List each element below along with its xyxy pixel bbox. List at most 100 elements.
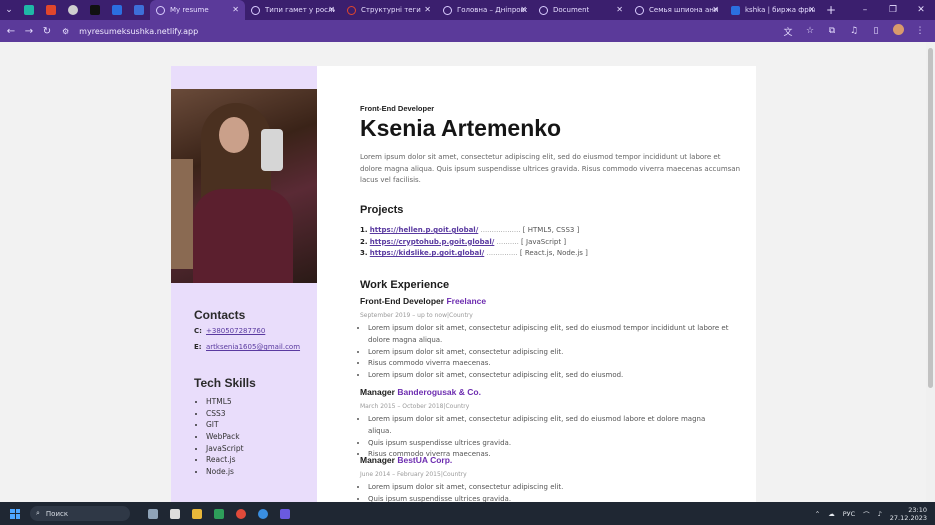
file-explorer-icon[interactable] (186, 502, 208, 525)
window-controls: – ❐ ✕ (851, 0, 935, 20)
tab-my-resume[interactable]: My resume ✕ (150, 0, 245, 20)
back-arrow-icon[interactable]: ← (2, 26, 20, 37)
list-item: Lorem ipsum dolor sit amet, consectetur … (368, 482, 730, 494)
task-view-icon[interactable] (142, 502, 164, 525)
media-controls-icon[interactable]: ♫ (843, 26, 865, 36)
contact-email: E: artksenia1605@gmail.com (194, 343, 300, 351)
cloud-icon[interactable]: ☁ (828, 510, 835, 518)
taskbar-search[interactable]: ⌕ Поиск (30, 506, 130, 521)
forward-arrow-icon[interactable]: → (20, 26, 38, 37)
skill-item: WebPack (206, 432, 244, 444)
windows-logo-icon (10, 508, 20, 519)
menu-dots-icon[interactable]: ⋮ (909, 26, 931, 36)
job-title: Front-End Developer Freelance (360, 296, 487, 306)
tab-spy-family[interactable]: Семья шпиона аниме ✕ (629, 0, 725, 20)
list-item: Lorem ipsum dolor sit amet, consectetur … (368, 323, 730, 347)
tab-close-icon[interactable]: ✕ (424, 5, 431, 14)
tab-dnipro[interactable]: Головна – Дніпровськ ✕ (437, 0, 533, 20)
bookmark-star-icon[interactable]: ☆ (799, 26, 821, 36)
tray-chevron-icon[interactable]: ⌃ (815, 510, 820, 518)
lang-indicator[interactable]: РУС (843, 510, 855, 518)
network-icon[interactable]: ⌒ (863, 509, 870, 519)
tab-close-icon[interactable]: ✕ (808, 5, 815, 14)
pinned-favicon-icon (24, 5, 34, 15)
job-role: Front-End Developer (360, 104, 435, 113)
job-company: Banderogusak & Co. (397, 387, 481, 397)
discord-icon[interactable] (274, 502, 296, 525)
scrollbar-thumb[interactable] (928, 48, 933, 388)
tab-freelance[interactable]: kshka | биржа фрилан ✕ (725, 0, 821, 20)
pinned-favicon-icon (134, 5, 144, 15)
list-item: Lorem ipsum dolor sit amet, consectetur … (368, 347, 730, 359)
notes-app-icon[interactable] (164, 502, 186, 525)
tab-label: Головна – Дніпровськ (457, 6, 527, 14)
project-tech: [ React.js, Node.js ] (519, 249, 588, 258)
pinned-tab-4[interactable] (84, 0, 106, 20)
skill-item: JavaScript (206, 444, 244, 456)
globe-icon (156, 5, 165, 15)
start-button[interactable] (4, 502, 26, 525)
phone-link[interactable]: +380507287760 (206, 327, 265, 335)
new-tab-plus-icon[interactable]: + (821, 3, 841, 17)
list-item: Quis ipsum suspendisse ultrices gravida. (368, 494, 730, 502)
tab-structural-tags[interactable]: Структурні теги ✕ (341, 0, 437, 20)
site-info-icon[interactable]: ⚙ (62, 27, 69, 36)
browser-toolbar: ← → ↻ ⚙ myresumeksushka.netlify.app 文 ☆ … (0, 20, 935, 42)
taskbar-apps (142, 502, 296, 525)
tab-search-chevron-icon[interactable]: ⌄ (0, 0, 18, 20)
search-icon: ⌕ (36, 509, 40, 517)
address-bar-url[interactable]: myresumeksushka.netlify.app (79, 27, 198, 36)
restore-icon[interactable]: ❐ (879, 0, 907, 20)
contact-phone-key: C: (194, 327, 202, 335)
contact-email-key: E: (194, 343, 202, 351)
windows-taskbar: ⌕ Поиск ⌃ ☁ РУС ⌒ ♪ 23:10 27.12.2023 (0, 502, 935, 525)
profile-avatar[interactable] (887, 24, 909, 38)
reload-icon[interactable]: ↻ (38, 26, 56, 37)
skill-item: React.js (206, 455, 244, 467)
email-link[interactable]: artksenia1605@gmail.com (206, 343, 300, 351)
tab-label: My resume (170, 6, 209, 14)
globe-icon (443, 5, 452, 15)
chrome-icon[interactable] (230, 502, 252, 525)
clock[interactable]: 23:10 27.12.2023 (890, 506, 927, 522)
browser-tab-strip: ⌄ My resume ✕ Типи гамет у рослин ✕ Стру… (0, 0, 935, 20)
globe-icon (539, 5, 548, 15)
pinned-tab-1[interactable] (18, 0, 40, 20)
tab-close-icon[interactable]: ✕ (712, 5, 719, 14)
tab-close-icon[interactable]: ✕ (520, 5, 527, 14)
extensions-icon[interactable]: ⧉ (821, 26, 843, 36)
contact-phone: C: +380507287760 (194, 327, 265, 335)
tab-close-icon[interactable]: ✕ (616, 5, 623, 14)
skill-item: CSS3 (206, 409, 244, 421)
telegram-icon[interactable] (252, 502, 274, 525)
project-link[interactable]: https://kidslike.p.goit.global/ (370, 249, 484, 257)
tab-close-icon[interactable]: ✕ (328, 5, 335, 14)
pinned-tab-6[interactable] (128, 0, 150, 20)
job-bullets: Lorem ipsum dolor sit amet, consectetur … (360, 482, 730, 502)
project-link[interactable]: https://hellen.p.goit.global/ (370, 226, 479, 234)
tech-skills-heading: Tech Skills (194, 376, 256, 390)
intro-paragraph: Lorem ipsum dolor sit amet, consectetur … (360, 153, 741, 185)
close-window-icon[interactable]: ✕ (907, 0, 935, 20)
pinned-tab-5[interactable] (106, 0, 128, 20)
tab-document[interactable]: Document ✕ (533, 0, 629, 20)
speaker-icon (68, 5, 78, 15)
volume-icon[interactable]: ♪ (878, 510, 882, 518)
minimize-icon[interactable]: – (851, 0, 879, 20)
pinned-favicon-icon (46, 5, 56, 15)
store-app-icon[interactable] (208, 502, 230, 525)
project-link[interactable]: https://cryptohub.p.goit.global/ (370, 238, 495, 246)
page-scrollbar[interactable] (926, 42, 935, 502)
pinned-tab-3[interactable] (62, 0, 84, 20)
list-item: Quis ipsum suspendisse ultrices gravida. (368, 438, 730, 450)
project-item: 2. https://cryptohub.p.goit.global/ ....… (360, 237, 567, 246)
tab-close-icon[interactable]: ✕ (232, 5, 239, 14)
tab-gametes[interactable]: Типи гамет у рослин ✕ (245, 0, 341, 20)
favicon-icon (731, 5, 740, 15)
project-tech: [ JavaScript ] (521, 237, 567, 246)
list-item: Lorem ipsum dolor sit amet, consectetur … (368, 414, 730, 438)
sidepanel-icon[interactable]: ▯ (865, 26, 887, 36)
job-date: September 2019 – up to now|Country (360, 312, 473, 319)
pinned-tab-2[interactable] (40, 0, 62, 20)
translate-icon[interactable]: 文 (777, 25, 799, 38)
